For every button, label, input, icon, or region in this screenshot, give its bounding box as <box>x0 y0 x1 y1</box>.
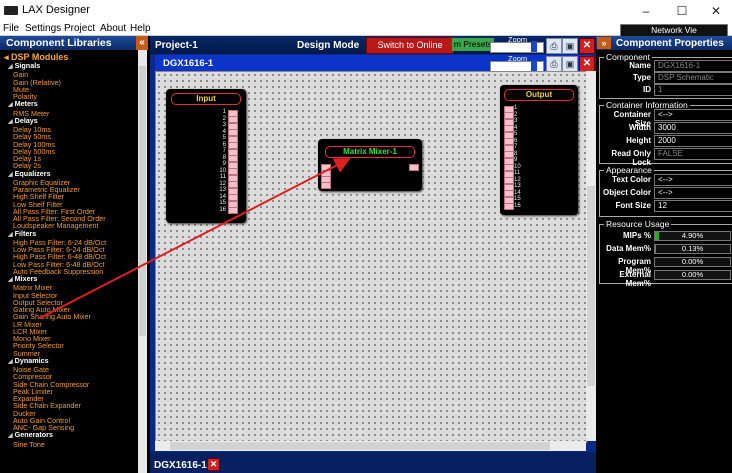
font-size-field[interactable]: 12 <box>654 200 732 212</box>
component-properties-panel: » Component Properties Component Name DG… <box>596 36 732 473</box>
text-color-field[interactable]: <--> <box>654 174 732 186</box>
resource-usage-group-label: Resource Usage <box>604 219 672 229</box>
width-field[interactable]: 3000 <box>654 122 732 134</box>
external-mem-bar: 0.00% <box>654 270 731 280</box>
data-mem-value: 0.13% <box>681 244 704 253</box>
data-mem-bar: 0.13% <box>654 244 731 254</box>
object-color-field[interactable]: <--> <box>654 187 732 199</box>
program-mem-bar: 0.00% <box>654 257 731 267</box>
properties-title: Component Properties <box>616 38 724 49</box>
id-field[interactable]: 1 <box>654 84 732 96</box>
data-mem-label: Data Mem% <box>606 244 651 253</box>
mips-bar: 4.90% <box>654 231 731 241</box>
name-label: Name <box>629 61 651 70</box>
type-field[interactable]: DSP Schematic <box>654 72 732 84</box>
id-label: ID <box>643 85 651 94</box>
height-field[interactable]: 2000 <box>654 135 732 147</box>
object-color-label: Object Color <box>602 188 651 197</box>
name-field[interactable]: DGX1616-1 <box>654 60 732 72</box>
text-color-label: Text Color <box>612 175 651 184</box>
external-mem-label: External Mem% <box>619 270 651 288</box>
external-mem-value: 0.00% <box>681 270 704 279</box>
mips-label: MIPs % <box>622 231 651 240</box>
appearance-group-label: Appearance <box>604 165 654 175</box>
mips-value: 4.90% <box>681 231 704 240</box>
properties-header: » Component Properties <box>596 36 732 50</box>
container-size-field[interactable]: <--> <box>654 109 732 121</box>
annotation-arrow-line <box>39 158 351 319</box>
type-label: Type <box>632 73 651 82</box>
read-only-lock-field[interactable]: FALSE <box>654 148 732 160</box>
program-mem-value: 0.00% <box>681 257 704 266</box>
font-size-label: Font Size <box>615 201 651 210</box>
expand-panel-button[interactable]: » <box>597 37 611 49</box>
height-label: Height <box>626 136 651 145</box>
width-label: Width <box>628 123 651 132</box>
